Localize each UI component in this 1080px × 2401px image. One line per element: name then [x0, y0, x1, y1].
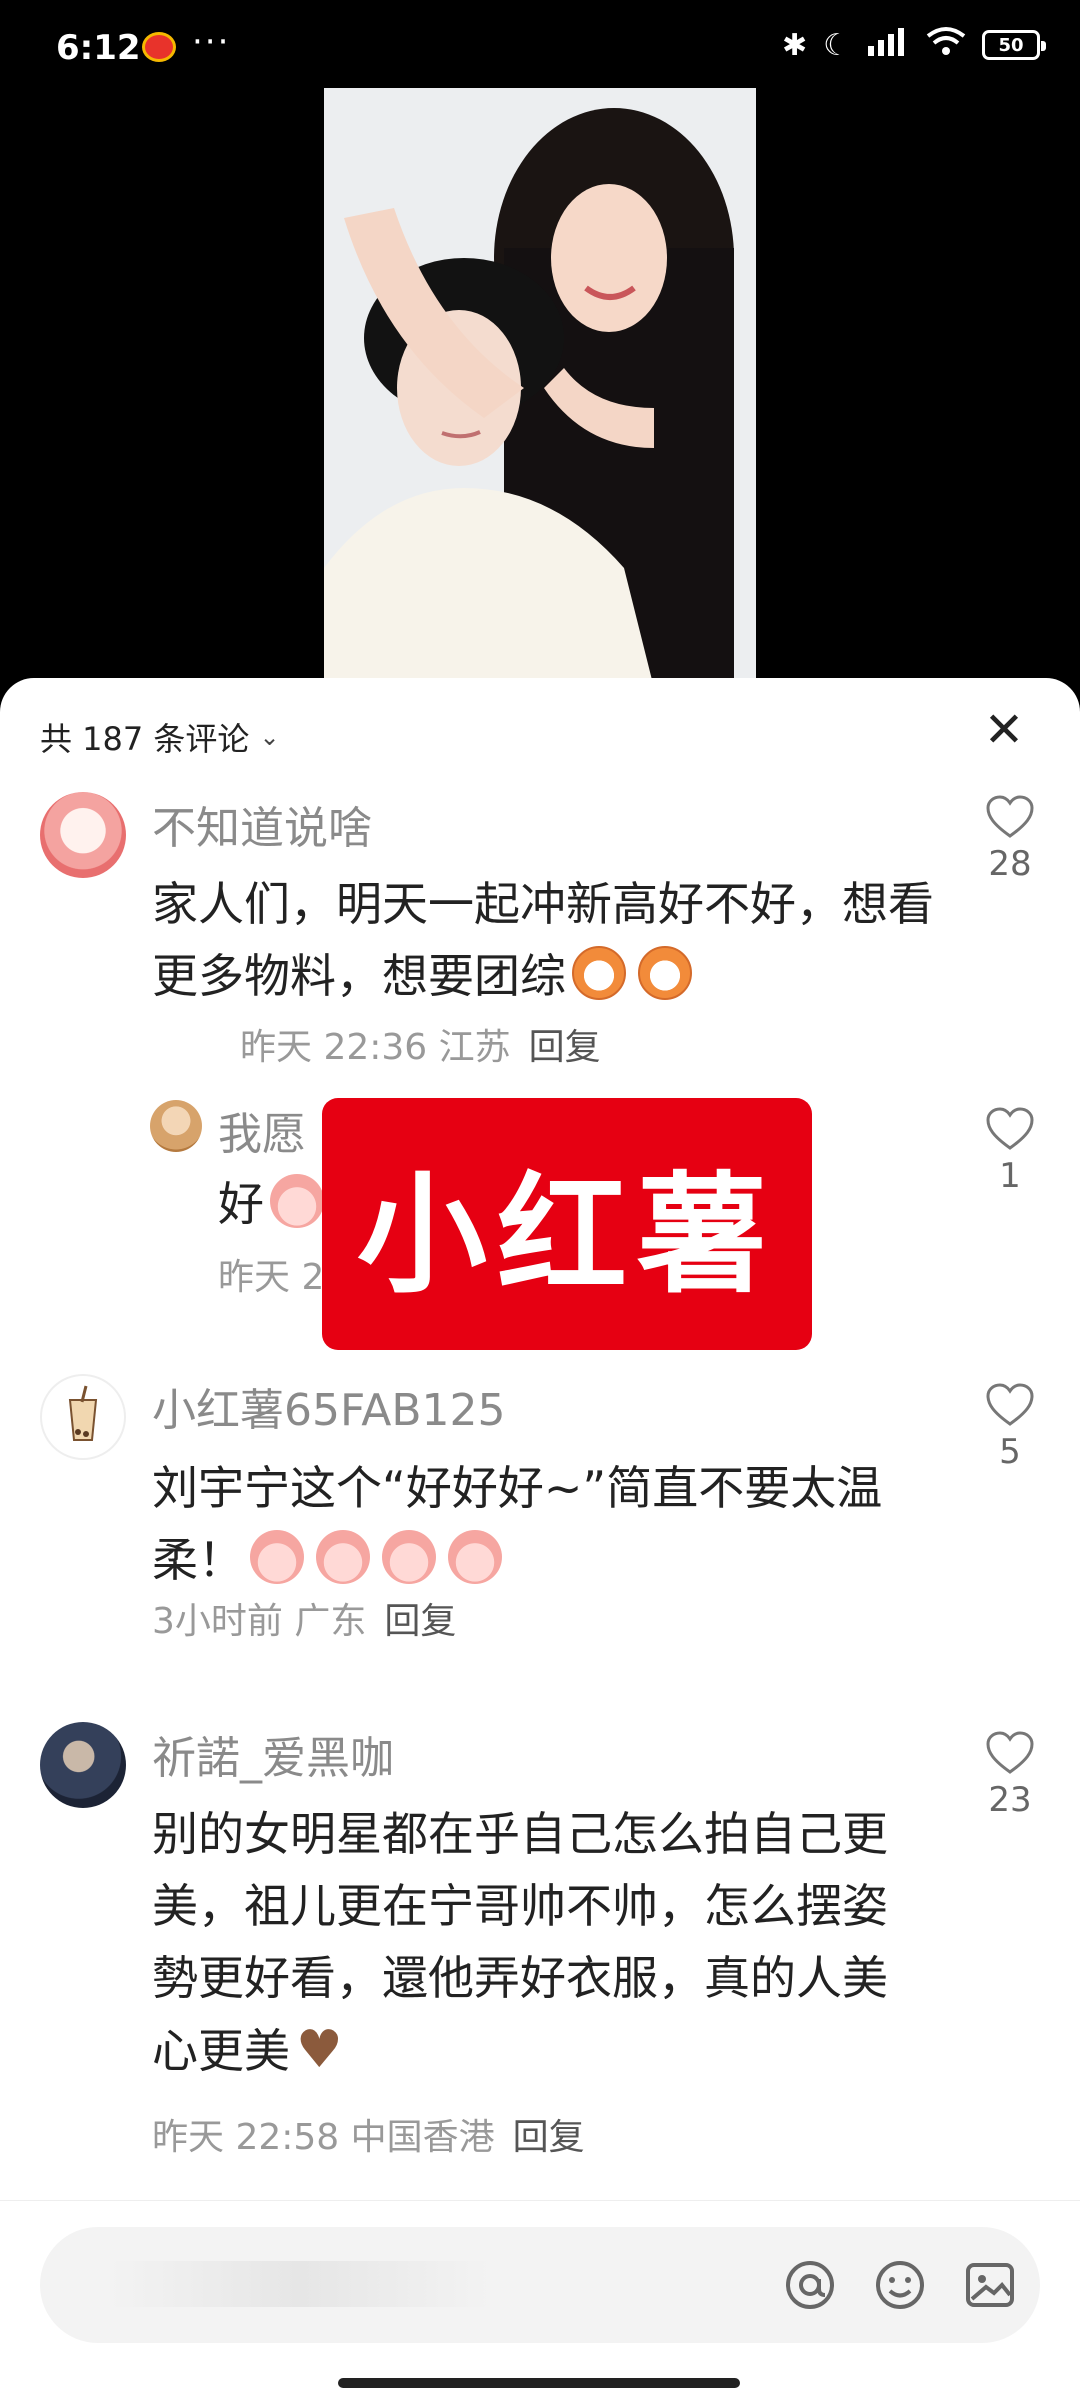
avatar[interactable] [150, 1100, 202, 1152]
avatar[interactable] [40, 792, 126, 878]
home-indicator[interactable] [338, 2378, 740, 2388]
comment-time-location: 昨天 22:58 中国香港 [152, 2117, 495, 2158]
comments-count-label: 共 187 条评论 [40, 720, 250, 758]
comment-time-location: 昨天 2 [218, 1257, 325, 1298]
reply-button[interactable]: 回复 [513, 2117, 585, 2158]
avatar[interactable] [40, 1722, 126, 1808]
wifi-icon [926, 26, 966, 64]
comment-meta: 3小时前 广东 回复 [152, 1592, 456, 1644]
peach-emoji-icon [250, 1530, 304, 1584]
signal-icon [866, 26, 910, 64]
emoji-icon[interactable] [870, 2255, 930, 2315]
battery-icon: 50 [982, 30, 1046, 60]
reply-button[interactable]: 回复 [529, 1027, 601, 1068]
comment-meta: 昨天 22:58 中国香港 回复 [152, 2108, 585, 2160]
heart-outline-icon [986, 1107, 1034, 1150]
comment-username[interactable]: 我愿 [218, 1098, 306, 1162]
watermark-logo: 小红薯 [322, 1098, 812, 1350]
comment-meta: 昨天 22:36 江苏 回复 [240, 1018, 601, 1070]
heart-outline-icon [986, 795, 1034, 838]
like-button[interactable]: 5 [980, 1382, 1040, 1472]
weibo-icon [142, 32, 176, 62]
like-button[interactable]: 28 [980, 794, 1040, 884]
like-count: 23 [988, 1780, 1032, 1820]
comment-text[interactable]: 家人们，明天一起冲新高好不好，想看更多物料，想要团综 [152, 868, 972, 1012]
close-icon[interactable]: ✕ [980, 706, 1028, 756]
comment-time-location: 3小时前 广东 [152, 1601, 367, 1642]
comment-input[interactable] [40, 2227, 1040, 2343]
cat-emoji-icon [572, 946, 626, 1000]
heart-outline-icon [986, 1383, 1034, 1426]
like-count: 1 [999, 1156, 1021, 1196]
more-notifications-icon: ··· [192, 22, 231, 62]
comments-count-dropdown[interactable]: 共 187 条评论 ⌄ [40, 714, 280, 760]
input-placeholder-blurred [110, 2261, 490, 2307]
status-icons: ✱ ☾ 50 [781, 26, 1046, 64]
heart-outline-icon [986, 1731, 1034, 1774]
peach-emoji-icon [448, 1530, 502, 1584]
peach-emoji-icon [316, 1530, 370, 1584]
status-time: 6:12 [56, 28, 141, 68]
comment-username[interactable]: 小红薯65FAB125 [152, 1374, 506, 1438]
chevron-down-icon: ⌄ [259, 723, 280, 751]
like-count: 5 [999, 1432, 1021, 1472]
like-button[interactable]: 23 [980, 1730, 1040, 1820]
peach-emoji-icon [270, 1174, 324, 1228]
comment-meta: 昨天 2 [218, 1248, 324, 1300]
comment-time-location: 昨天 22:36 江苏 [240, 1027, 511, 1068]
comment-text[interactable]: 刘宇宁这个“好好好~”简直不要太温柔！ [152, 1452, 972, 1596]
mention-icon[interactable] [780, 2255, 840, 2315]
comment-username[interactable]: 祈諾_爱黑咖 [152, 1722, 394, 1786]
peach-emoji-icon [382, 1530, 436, 1584]
image-icon[interactable] [960, 2255, 1020, 2315]
comment-text[interactable]: 别的女明星都在乎自己怎么拍自己更美，祖儿更在宁哥帅不帅，怎么摆姿勢更好看，還他弄… [152, 1798, 912, 2087]
comment-input-bar [0, 2200, 1080, 2401]
bluetooth-icon: ✱ [781, 27, 808, 63]
bubble-tea-icon [68, 1385, 98, 1441]
cat-emoji-icon [638, 946, 692, 1000]
reply-button[interactable]: 回复 [384, 1601, 456, 1642]
post-photo[interactable] [324, 88, 756, 688]
status-bar: 6:12 ··· ✱ ☾ 50 [0, 0, 1080, 96]
moon-icon: ☾ [823, 27, 850, 63]
avatar[interactable] [40, 1374, 126, 1460]
comment-username[interactable]: 不知道说啥 [152, 792, 372, 856]
like-button[interactable]: 1 [980, 1106, 1040, 1196]
brown-heart-icon: ♥ [296, 2020, 343, 2080]
like-count: 28 [988, 844, 1032, 884]
